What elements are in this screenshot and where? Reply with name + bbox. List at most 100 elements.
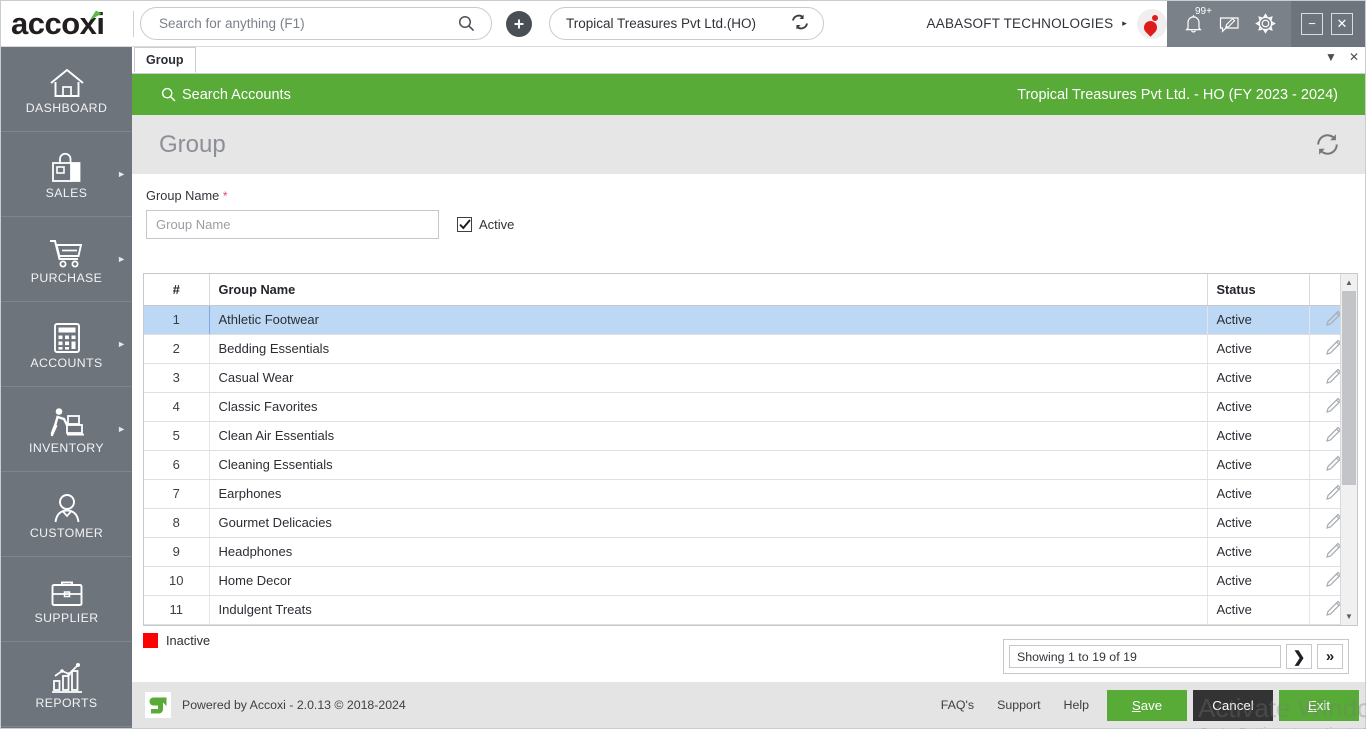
branch-selector[interactable]: Tropical Treasures Pvt Ltd.(HO) (549, 7, 824, 40)
logo-divider (133, 10, 134, 37)
chevron-right-icon: ► (117, 169, 126, 179)
save-button-rest: ave (1140, 697, 1163, 713)
cell-group-name: Gourmet Delicacies (209, 508, 1208, 538)
footer-link-faqs[interactable]: FAQ's (941, 698, 974, 712)
group-name-label-text: Group Name (146, 188, 220, 203)
table-row[interactable]: 4 Classic Favorites Active (144, 392, 1357, 422)
sidebar-item-accounts[interactable]: ACCOUNTS ► (1, 302, 132, 387)
sidebar-item-label: DASHBOARD (25, 101, 108, 115)
sidebar-item-customer[interactable]: CUSTOMER (1, 472, 132, 557)
table-body: 1 Athletic Footwear Active 2 Bedding Ess… (144, 305, 1357, 625)
column-header-status[interactable]: Status (1207, 274, 1310, 306)
save-button[interactable]: Save (1107, 689, 1187, 721)
minimize-button[interactable]: − (1301, 12, 1323, 35)
page-title: Group (159, 130, 226, 158)
top-bar: accoxi Tropical Treasures Pvt Ltd.(HO) (1, 0, 1365, 47)
sidebar-item-supplier[interactable]: SUPPLIER (1, 557, 132, 642)
chevron-right-icon: ▸ (1122, 18, 1127, 28)
search-input[interactable] (141, 8, 458, 39)
cell-number: 10 (144, 566, 210, 596)
sidebar-item-reports[interactable]: REPORTS (1, 642, 132, 727)
topbar-icon-zone: 99+ (1167, 0, 1291, 47)
sidebar-item-sales[interactable]: SALES ► (1, 132, 132, 217)
table-row[interactable]: 1 Athletic Footwear Active (144, 305, 1357, 335)
footer-link-help[interactable]: Help (1064, 698, 1089, 712)
active-checkbox-label: Active (479, 217, 515, 232)
scrollbar-thumb[interactable] (1342, 291, 1356, 485)
sidebar-item-inventory[interactable]: INVENTORY ► (1, 387, 132, 472)
required-marker: * (222, 189, 228, 203)
logo-green-accent-icon (89, 10, 102, 20)
search-accounts-label: Search Accounts (182, 86, 291, 103)
company-name: AABASOFT TECHNOLOGIES (926, 16, 1114, 31)
sidebar-item-label: SUPPLIER (34, 611, 99, 625)
scroll-up-arrow-icon[interactable]: ▲ (1341, 274, 1357, 291)
tab-close-icon[interactable]: ✕ (1349, 50, 1359, 64)
next-page-button[interactable]: ❯ (1286, 644, 1312, 669)
sidebar-item-purchase[interactable]: PURCHASE ► (1, 217, 132, 302)
cancel-button[interactable]: Cancel (1193, 689, 1273, 721)
notification-button[interactable]: 99+ (1175, 1, 1212, 47)
cell-status: Active (1207, 392, 1310, 422)
powered-by-label: Powered by Accoxi - 2.0.13 © 2018-2024 (182, 698, 406, 712)
table-row[interactable]: 2 Bedding Essentials Active (144, 334, 1357, 364)
close-button[interactable]: ✕ (1331, 12, 1353, 35)
refresh-icon (1317, 134, 1338, 155)
table-head: # Group Name Status (144, 274, 1357, 306)
cell-status: Active (1207, 363, 1310, 393)
messages-button[interactable] (1211, 1, 1247, 47)
exit-button[interactable]: Exit (1279, 689, 1359, 721)
last-page-button[interactable]: » (1317, 644, 1343, 669)
active-checkbox-wrapper[interactable]: Active (457, 217, 514, 232)
table-row[interactable]: 7 Earphones Active (144, 479, 1357, 509)
avatar[interactable] (1137, 8, 1167, 39)
avatar-drop-small-icon (1152, 14, 1158, 21)
table-row[interactable]: 9 Headphones Active (144, 537, 1357, 567)
switch-branch-icon[interactable] (791, 14, 809, 33)
footer-link-support[interactable]: Support (997, 698, 1040, 712)
tab-controls: ▼ ✕ (1325, 50, 1359, 64)
scroll-down-arrow-icon[interactable]: ▼ (1341, 608, 1357, 625)
group-name-row: Active (146, 210, 1365, 239)
search-icon[interactable] (458, 15, 475, 32)
column-header-number[interactable]: # (144, 274, 210, 306)
accoxi-logo[interactable]: accoxi (1, 1, 131, 47)
active-checkbox[interactable] (457, 217, 472, 232)
table-scrollbar[interactable]: ▲ ▼ (1340, 274, 1357, 625)
table-row[interactable]: 3 Casual Wear Active (144, 363, 1357, 393)
table-row[interactable]: 5 Clean Air Essentials Active (144, 421, 1357, 451)
cell-number: 3 (144, 363, 210, 393)
table-row[interactable] (144, 624, 1357, 625)
checkmark-icon (458, 219, 471, 230)
cell-number: 9 (144, 537, 210, 567)
company-switcher[interactable]: AABASOFT TECHNOLOGIES ▸ (927, 16, 1137, 31)
table-row[interactable]: 8 Gourmet Delicacies Active (144, 508, 1357, 538)
tab-group[interactable]: Group (134, 47, 196, 73)
group-name-input[interactable] (146, 210, 439, 239)
cell-status: Active (1207, 595, 1310, 625)
global-search[interactable] (140, 7, 492, 40)
table-row[interactable]: 10 Home Decor Active (144, 566, 1357, 596)
window-controls: − ✕ (1291, 0, 1365, 47)
cell-number (144, 624, 210, 625)
tab-strip: Group ▼ ✕ (132, 47, 1365, 74)
settings-button[interactable] (1247, 1, 1283, 47)
sidebar-item-dashboard[interactable]: DASHBOARD (1, 47, 132, 132)
tab-list-dropdown-icon[interactable]: ▼ (1325, 50, 1337, 64)
column-header-name[interactable]: Group Name (209, 274, 1208, 306)
cell-group-name: Casual Wear (209, 363, 1208, 393)
sidebar-item-label: SALES (45, 186, 88, 200)
cell-number: 7 (144, 479, 210, 509)
shopping-bag-icon (50, 148, 83, 184)
table-row[interactable]: 6 Cleaning Essentials Active (144, 450, 1357, 480)
cell-number: 8 (144, 508, 210, 538)
home-icon (49, 63, 85, 99)
refresh-button[interactable] (1314, 131, 1341, 158)
search-accounts-button[interactable]: Search Accounts (161, 87, 291, 103)
sidebar-item-label: CUSTOMER (29, 526, 104, 540)
page-header: Group (132, 115, 1365, 174)
table-row[interactable]: 11 Indulgent Treats Active (144, 595, 1357, 625)
notification-badge: 99+ (1195, 5, 1212, 17)
add-new-button[interactable] (506, 10, 532, 37)
inactive-legend-label: Inactive (166, 633, 211, 648)
